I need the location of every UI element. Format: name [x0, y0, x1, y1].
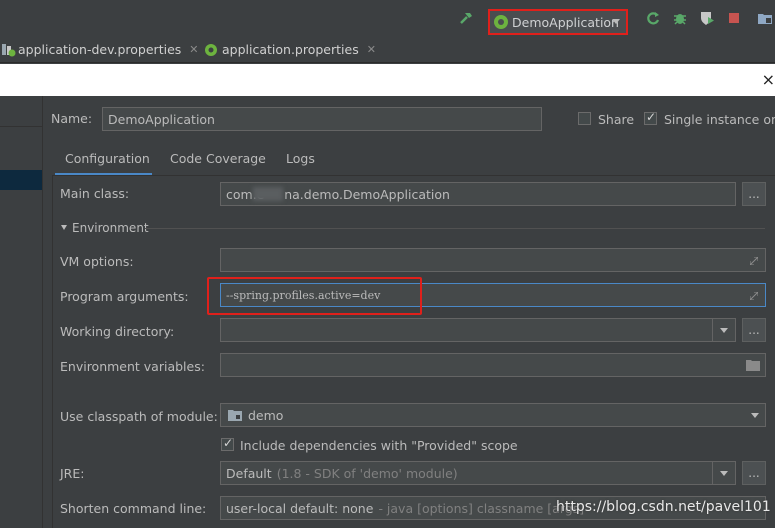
- close-dialog-icon[interactable]: ×: [762, 70, 775, 89]
- close-icon[interactable]: ✕: [189, 43, 198, 56]
- expand-icon[interactable]: [750, 257, 758, 265]
- jre-select[interactable]: Default (1.8 - SDK of 'demo' module): [220, 461, 736, 485]
- share-label: Share: [598, 112, 635, 127]
- environment-variables-label: Environment variables:: [60, 359, 205, 374]
- properties-file-icon: [2, 44, 16, 57]
- chevron-down-icon: [720, 328, 728, 333]
- run-config-label: DemoApplication: [512, 14, 619, 30]
- rerun-icon[interactable]: [645, 10, 661, 26]
- folder-icon[interactable]: [746, 359, 760, 371]
- chevron-down-icon: [751, 413, 759, 418]
- chevron-down-icon: [720, 471, 728, 476]
- chevron-down-icon: [612, 19, 620, 24]
- shorten-value: user-local default: none: [226, 500, 374, 516]
- share-checkbox[interactable]: [578, 112, 591, 125]
- classpath-module-select[interactable]: demo: [220, 403, 766, 427]
- hammer-icon[interactable]: [458, 10, 474, 26]
- vm-options-label: VM options:: [60, 254, 134, 269]
- include-provided-label: Include dependencies with "Provided" sco…: [240, 438, 518, 453]
- main-class-input[interactable]: com.e na.demo.DemoApplication: [220, 182, 736, 206]
- jre-label: JRE:: [60, 466, 85, 481]
- dialog-title-bar: ×: [0, 64, 775, 96]
- debug-icon[interactable]: [672, 10, 688, 26]
- collapse-triangle-icon[interactable]: [61, 225, 67, 230]
- editor-tab-bar: application-dev.properties ✕ application…: [0, 36, 775, 63]
- divider: [0, 126, 42, 127]
- jre-value: Default: [226, 465, 272, 481]
- shorten-hint: - java [options] classname [args]: [378, 500, 585, 516]
- environment-section-label: Environment: [72, 221, 149, 235]
- stop-icon[interactable]: [726, 10, 742, 26]
- program-arguments-label: Program arguments:: [60, 289, 189, 304]
- vm-options-input[interactable]: [220, 248, 766, 272]
- jre-hint: (1.8 - SDK of 'demo' module): [276, 465, 458, 481]
- watermark: https://blog.csdn.net/pavel101: [556, 499, 771, 515]
- environment-variables-input[interactable]: [220, 353, 766, 377]
- browse-main-class-button[interactable]: ...: [742, 182, 766, 206]
- module-folder-icon: [228, 410, 242, 421]
- run-configuration-selector[interactable]: DemoApplication: [488, 9, 628, 35]
- tab-configuration[interactable]: Configuration: [65, 151, 150, 166]
- selected-tree-item[interactable]: [0, 170, 42, 190]
- working-directory-label: Working directory:: [60, 324, 175, 339]
- browse-working-directory-button[interactable]: ...: [742, 318, 766, 342]
- classpath-module-label: Use classpath of module:: [60, 409, 218, 424]
- classpath-module-value: demo: [248, 407, 284, 423]
- close-icon[interactable]: ✕: [367, 43, 376, 56]
- expand-icon[interactable]: [750, 292, 758, 300]
- properties-file-icon: [205, 44, 217, 56]
- tab-application-dev-properties[interactable]: application-dev.properties ✕: [0, 36, 199, 62]
- section-divider: [145, 228, 765, 229]
- single-instance-checkbox[interactable]: [644, 110, 657, 125]
- browse-jre-button[interactable]: ...: [742, 461, 766, 485]
- single-instance-label: Single instance only: [664, 112, 775, 127]
- tab-label: application-dev.properties: [18, 41, 182, 57]
- include-provided-checkbox[interactable]: [221, 436, 234, 451]
- name-input[interactable]: DemoApplication: [102, 107, 542, 131]
- coverage-icon[interactable]: [699, 10, 715, 26]
- tab-logs[interactable]: Logs: [286, 151, 315, 166]
- name-label: Name:: [51, 111, 93, 126]
- main-class-label: Main class:: [60, 186, 130, 201]
- project-structure-icon[interactable]: [757, 10, 773, 26]
- tab-application-properties[interactable]: application.properties ✕: [203, 36, 376, 62]
- redacted-text: [253, 187, 283, 201]
- tab-code-coverage[interactable]: Code Coverage: [170, 151, 266, 166]
- spring-boot-icon: [494, 15, 508, 29]
- shorten-command-line-label: Shorten command line:: [60, 501, 207, 516]
- working-directory-input[interactable]: [220, 318, 736, 342]
- main-toolbar: DemoApplication: [0, 0, 775, 36]
- tab-label: application.properties: [222, 41, 359, 57]
- highlight-box: [207, 277, 422, 315]
- configuration-tree: ⋮: [0, 96, 50, 528]
